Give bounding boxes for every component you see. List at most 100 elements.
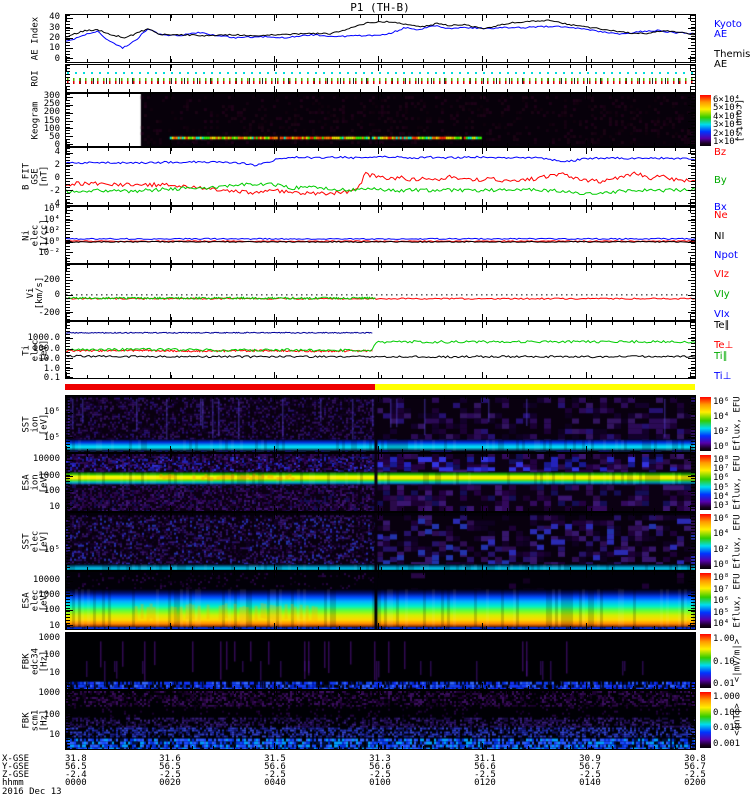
y-major-tick-left xyxy=(66,178,73,179)
y-major-tick-left xyxy=(66,18,73,19)
y-major-tick-left xyxy=(66,549,73,550)
colorbar-tick-label: 10⁵ xyxy=(713,607,730,618)
y-major-tick-right xyxy=(688,437,695,438)
y-major-tick-left xyxy=(66,639,73,640)
x-major-ticks-top xyxy=(66,94,695,100)
colorbar-tick-label: 10⁰ xyxy=(713,560,730,570)
x-major-ticks-bottom xyxy=(66,683,695,689)
x-major-ticks-bottom xyxy=(66,199,695,205)
y-major-tick-right xyxy=(688,673,695,674)
y-major-tick-right xyxy=(688,655,695,656)
x-major-ticks-bottom xyxy=(66,56,695,62)
y-major-tick-left xyxy=(66,625,73,626)
legend-Ti∥: Ti∥ xyxy=(714,351,728,362)
y-major-tick-right xyxy=(688,190,695,191)
colorbar-esa-elec xyxy=(700,573,711,628)
y-minor-tick-comb-right xyxy=(691,691,695,749)
x-major-ticks-top xyxy=(66,322,695,328)
x-major-ticks-bottom xyxy=(66,257,695,263)
y-major-tick-right xyxy=(688,295,695,296)
colorbar-tick-label: 10⁸ xyxy=(713,573,730,583)
colorbar-tick-label: 10⁶ xyxy=(713,397,730,407)
y-major-tick-right xyxy=(688,242,695,243)
spectrogram-fbk-scm xyxy=(66,691,695,749)
y-major-tick-right xyxy=(688,48,695,49)
y-major-tick-right xyxy=(688,549,695,550)
colorbar-tick-label: 10² xyxy=(713,427,730,437)
series-Ti-perp xyxy=(66,331,373,334)
colorbar-fbk-edc xyxy=(700,634,711,688)
panel-esa-ion xyxy=(65,453,696,512)
y-major-tick-left xyxy=(66,460,73,461)
x-major-ticks-bottom xyxy=(66,140,695,146)
series-Ti-par xyxy=(66,339,695,353)
y-major-tick-left xyxy=(66,358,73,359)
y-major-tick-right xyxy=(688,38,695,39)
series-Bz xyxy=(66,171,695,196)
quality-bar-segment-0 xyxy=(65,384,375,390)
y-major-tick-left xyxy=(66,581,73,582)
y-major-tick-left xyxy=(66,136,73,137)
y-major-tick-left xyxy=(66,58,73,59)
panel-fbk-edc xyxy=(65,632,696,690)
x-major-ticks-bottom xyxy=(66,743,695,749)
colorbar-tick-label: 10⁴ xyxy=(713,619,730,629)
x-major-ticks-bottom xyxy=(66,372,695,378)
y-major-tick-right xyxy=(688,178,695,179)
y-major-tick-left xyxy=(66,105,73,106)
y-major-tick-right xyxy=(688,121,695,122)
series-Te-par xyxy=(66,354,695,359)
panel-keogram xyxy=(65,93,696,147)
y-major-tick-right xyxy=(688,460,695,461)
spectrogram-sst-ion xyxy=(66,396,695,452)
y-major-tick-left xyxy=(66,97,73,98)
y-major-tick-right xyxy=(688,210,695,211)
plot-title: P1 (TH-B) xyxy=(350,1,410,14)
y-major-tick-right xyxy=(688,639,695,640)
colorbar-fbk-scm xyxy=(700,692,711,748)
line-chart-vi xyxy=(66,294,695,301)
y-major-tick-right xyxy=(688,413,695,414)
y-minor-tick-comb-right xyxy=(691,454,695,511)
y-major-tick-right xyxy=(688,136,695,137)
bottom-value: 0020 xyxy=(159,778,181,788)
y-major-tick-left xyxy=(66,349,73,350)
colorbar-esa-ion xyxy=(700,455,711,510)
y-major-tick-right xyxy=(688,312,695,313)
bottom-value: 0040 xyxy=(264,778,286,788)
x-major-ticks-bottom xyxy=(66,314,695,320)
bottom-value: 0120 xyxy=(474,778,496,788)
panel-ni xyxy=(65,206,696,264)
spectrogram-fbk-edc xyxy=(66,633,695,689)
x-major-ticks-bottom xyxy=(66,446,695,452)
colorbar-tick-label: 10⁶ xyxy=(713,596,730,606)
y-major-tick-right xyxy=(688,506,695,507)
y-major-tick-right xyxy=(688,280,695,281)
y-major-tick-left xyxy=(66,242,73,243)
y-major-tick-left xyxy=(66,715,73,716)
y-major-tick-right xyxy=(688,368,695,369)
y-major-tick-left xyxy=(66,48,73,49)
y-minor-tick-comb-right xyxy=(691,94,695,146)
y-minor-tick-comb-right xyxy=(691,396,695,452)
y-major-tick-left xyxy=(66,655,73,656)
y-major-tick-left xyxy=(66,506,73,507)
legend-Te∥: Te∥ xyxy=(714,320,730,331)
colorbar-tick-label: 0.10 xyxy=(713,656,735,667)
y-major-tick-right xyxy=(688,252,695,253)
y-minor-tick-comb-right xyxy=(691,322,695,378)
line-chart-ti xyxy=(66,331,695,359)
y-major-tick-right xyxy=(688,491,695,492)
spectrogram-esa-ion xyxy=(66,454,695,511)
legend-VIz: VIz xyxy=(714,269,730,280)
bottom-value: 0200 xyxy=(684,778,706,788)
y-major-tick-left xyxy=(66,153,73,154)
x-major-ticks-top xyxy=(66,65,695,71)
panel-b-fit xyxy=(65,147,696,206)
x-major-ticks-top xyxy=(66,265,695,271)
y-major-tick-left xyxy=(66,128,73,129)
y-major-tick-right xyxy=(688,476,695,477)
y-major-tick-left xyxy=(66,413,73,414)
x-major-ticks-top xyxy=(66,207,695,213)
legend-Ti⊥: Ti⊥ xyxy=(714,371,732,382)
